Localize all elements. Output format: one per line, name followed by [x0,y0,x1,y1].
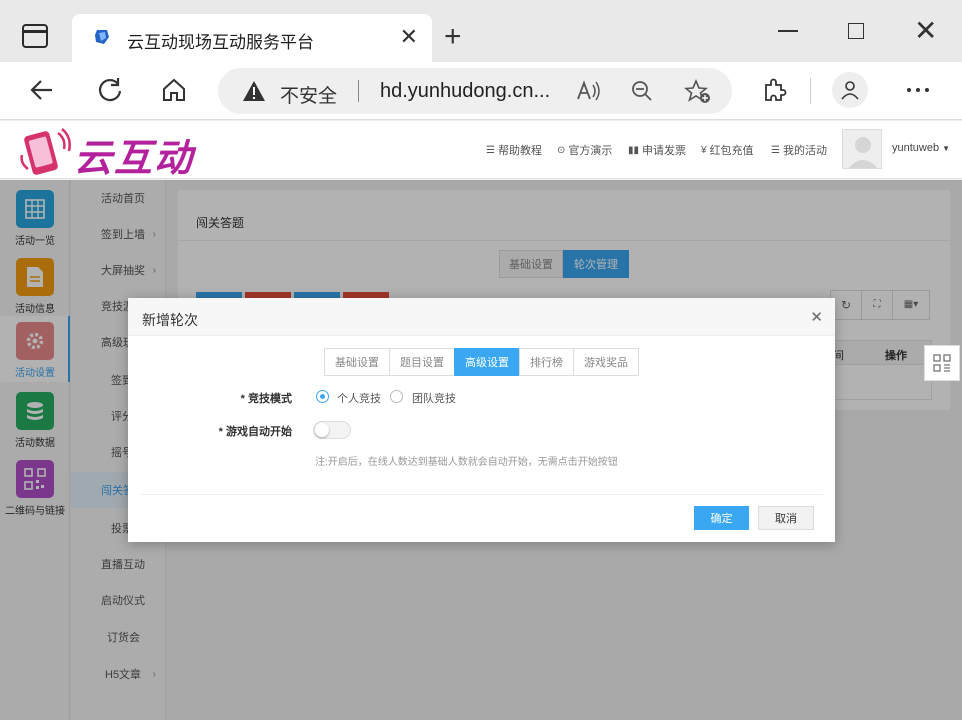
tab-title: 云互动现场互动服务平台 [127,33,314,52]
dialog-divider [140,494,823,495]
site-favicon-icon [95,30,109,44]
app-header: 云互动 ☰ 帮助教程 ⊙ 官方演示 ▮▮ 申请发票 ¥ 红包充值 ☰ 我的活动 yuntu… [0,121,962,180]
nav-demo[interactable]: ⊙ 官方演示 [557,142,612,158]
tab-actions-icon[interactable] [22,24,48,48]
url-text[interactable]: hd.yunhudong.cn... [380,80,550,103]
new-tab-icon[interactable]: + [444,20,462,54]
yen-icon: ¥ [701,144,707,156]
tab-close-icon[interactable]: ✕ [400,24,418,50]
play-circle-icon: ⊙ [557,144,566,156]
radio-team-label[interactable]: 团队竞技 [412,390,456,406]
address-separator [358,80,359,102]
browser-tabbar: 云互动现场互动服务平台 ✕ + ✕ [0,0,962,62]
logo-phone-icon [20,128,71,175]
mode-label: * 竞技模式 [240,393,292,405]
window-minimize-icon[interactable] [778,30,798,32]
caret-down-icon: ▼ [942,144,951,153]
zoom-out-icon[interactable] [630,79,654,103]
tab-advanced[interactable]: 高级设置 [454,348,519,376]
dialog-tabs: 基础设置 题目设置 高级设置 排行榜 游戏奖品 [324,348,639,376]
more-menu-icon[interactable] [902,74,934,106]
browser-navbar: 不安全 hd.yunhudong.cn... [0,62,962,120]
tab-questions[interactable]: 题目设置 [389,348,454,376]
auto-start-label: * 游戏自动开始 [218,426,292,438]
auto-start-note: 注:开启后，在线人数达到基础人数就会自动开始，无需点击开始按钮 [315,457,618,468]
back-icon[interactable] [26,74,58,106]
layout-float-icon[interactable] [924,345,960,381]
dialog-title: 新增轮次 [142,312,198,328]
logo-text: 云互动 [74,138,195,180]
list-icon: ☰ [486,144,495,156]
address-bar[interactable]: 不安全 hd.yunhudong.cn... [218,68,732,114]
add-round-dialog: 新增轮次 ✕ 基础设置 题目设置 高级设置 排行榜 游戏奖品 * 竞技模式 个人… [128,298,835,542]
nav-my-activities[interactable]: ☰ 我的活动 [771,142,827,158]
toolbar-separator [810,78,811,104]
cancel-button[interactable]: 取消 [758,506,814,530]
window-close-icon[interactable]: ✕ [914,14,937,47]
tab-leaderboard[interactable]: 排行榜 [519,348,573,376]
list-icon: ☰ [771,144,780,156]
window-maximize-icon[interactable] [848,23,864,39]
nav-recharge[interactable]: ¥ 红包充值 [701,142,754,158]
close-icon[interactable]: ✕ [810,308,823,326]
confirm-button[interactable]: 确定 [694,506,749,530]
card-icon: ▮▮ [628,144,640,156]
reload-icon[interactable] [94,74,126,106]
nav-invoice[interactable]: ▮▮ 申请发票 [628,142,686,158]
favorite-add-icon[interactable] [684,79,712,105]
radio-individual[interactable] [316,390,329,403]
home-icon[interactable] [158,74,190,106]
tab-prizes[interactable]: 游戏奖品 [573,348,639,376]
dialog-header: 新增轮次 ✕ [128,298,835,336]
security-label[interactable]: 不安全 [280,81,337,108]
extensions-icon[interactable] [758,74,790,106]
warning-icon[interactable] [242,80,266,102]
user-menu[interactable]: yuntuweb ▼ [892,142,950,154]
profile-icon[interactable] [832,72,868,108]
nav-help[interactable]: ☰ 帮助教程 [486,142,542,158]
read-aloud-icon[interactable] [576,79,602,103]
tab-basic[interactable]: 基础设置 [324,348,389,376]
avatar[interactable] [842,129,882,169]
radio-team[interactable] [390,390,403,403]
auto-start-toggle[interactable] [313,421,351,439]
browser-tab[interactable]: 云互动现场互动服务平台 ✕ [72,14,432,62]
radio-individual-label[interactable]: 个人竞技 [337,390,381,406]
